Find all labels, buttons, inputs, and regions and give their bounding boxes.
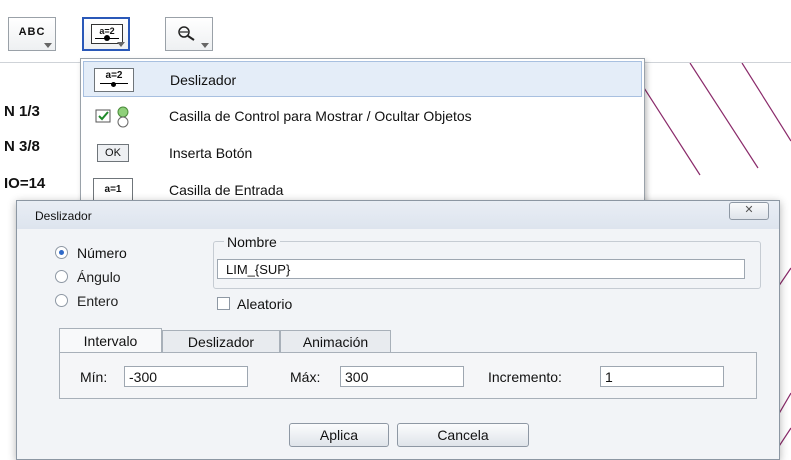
menu-item-label: Casilla de Entrada bbox=[169, 182, 284, 198]
cancel-button[interactable]: Cancela bbox=[397, 423, 529, 447]
ok-button-icon: OK bbox=[97, 144, 129, 162]
radio-icon bbox=[55, 270, 68, 283]
tab-slider[interactable]: Deslizador bbox=[162, 330, 280, 352]
slider-icon: a=2 bbox=[91, 24, 123, 44]
max-label: Máx: bbox=[290, 369, 321, 385]
tab-animation[interactable]: Animación bbox=[280, 330, 391, 352]
canvas-text-2: N 3/8 bbox=[4, 138, 40, 155]
slider-icon-label: a=2 bbox=[105, 70, 123, 81]
text-tool-button[interactable]: ABC bbox=[8, 17, 56, 51]
menu-item-label: Casilla de Control para Mostrar / Oculta… bbox=[169, 108, 472, 124]
name-legend: Nombre bbox=[224, 234, 280, 250]
expand-arrow-icon bbox=[117, 42, 125, 47]
random-label: Aleatorio bbox=[237, 296, 293, 312]
max-input[interactable]: 300 bbox=[340, 366, 464, 387]
menu-item-label: Inserta Botón bbox=[169, 145, 253, 161]
text-tool-label: ABC bbox=[18, 26, 46, 38]
canvas-text-1: N 1/3 bbox=[4, 103, 40, 120]
step-input[interactable]: 1 bbox=[600, 366, 724, 387]
slider-tool-menu: a=2 Deslizador Casilla de Control para M… bbox=[80, 58, 645, 212]
zoom-tool-button[interactable] bbox=[165, 17, 213, 51]
close-icon: ✕ bbox=[744, 204, 754, 216]
close-button[interactable]: ✕ bbox=[729, 202, 769, 220]
checkbox-icon bbox=[217, 297, 230, 310]
slider-icon: a=2 bbox=[94, 68, 134, 92]
expand-arrow-icon bbox=[44, 43, 52, 48]
input-box-icon: a=1 bbox=[93, 178, 133, 202]
radio-angle[interactable]: Ángulo bbox=[55, 269, 121, 285]
menu-item-button[interactable]: OK Inserta Botón bbox=[83, 135, 642, 171]
step-label: Incremento: bbox=[488, 369, 562, 385]
apply-button[interactable]: Aplica bbox=[289, 423, 389, 447]
canvas-text-3: IO=14 bbox=[4, 175, 46, 192]
slider-tool-button[interactable]: a=2 bbox=[82, 17, 130, 51]
radio-number[interactable]: Número bbox=[55, 245, 127, 261]
slider-dialog: Deslizador ✕ Número Ángulo Entero Nombre… bbox=[16, 200, 780, 460]
menu-item-slider[interactable]: a=2 Deslizador bbox=[83, 61, 642, 97]
name-input[interactable]: LIM_{SUP} bbox=[217, 259, 745, 279]
radio-label: Número bbox=[77, 245, 127, 261]
random-checkbox[interactable]: Aleatorio bbox=[217, 296, 292, 312]
radio-label: Ángulo bbox=[77, 269, 121, 285]
interval-panel: Mín: -300 Máx: 300 Incremento: 1 bbox=[59, 352, 757, 399]
radio-label: Entero bbox=[77, 293, 119, 309]
dialog-title: Deslizador bbox=[35, 209, 92, 223]
radio-integer[interactable]: Entero bbox=[55, 293, 118, 309]
menu-item-checkbox[interactable]: Casilla de Control para Mostrar / Oculta… bbox=[83, 98, 642, 134]
dialog-titlebar[interactable]: Deslizador ✕ bbox=[17, 201, 779, 229]
checkbox-show-hide-icon bbox=[93, 104, 133, 128]
menu-item-label: Deslizador bbox=[170, 72, 237, 88]
min-label: Mín: bbox=[80, 369, 108, 385]
radio-icon bbox=[55, 294, 68, 307]
radio-selected-icon bbox=[55, 246, 68, 259]
tab-interval[interactable]: Intervalo bbox=[59, 328, 162, 352]
min-input[interactable]: -300 bbox=[124, 366, 248, 387]
toolbar: ABC a=2 bbox=[0, 0, 791, 63]
expand-arrow-icon bbox=[201, 43, 209, 48]
